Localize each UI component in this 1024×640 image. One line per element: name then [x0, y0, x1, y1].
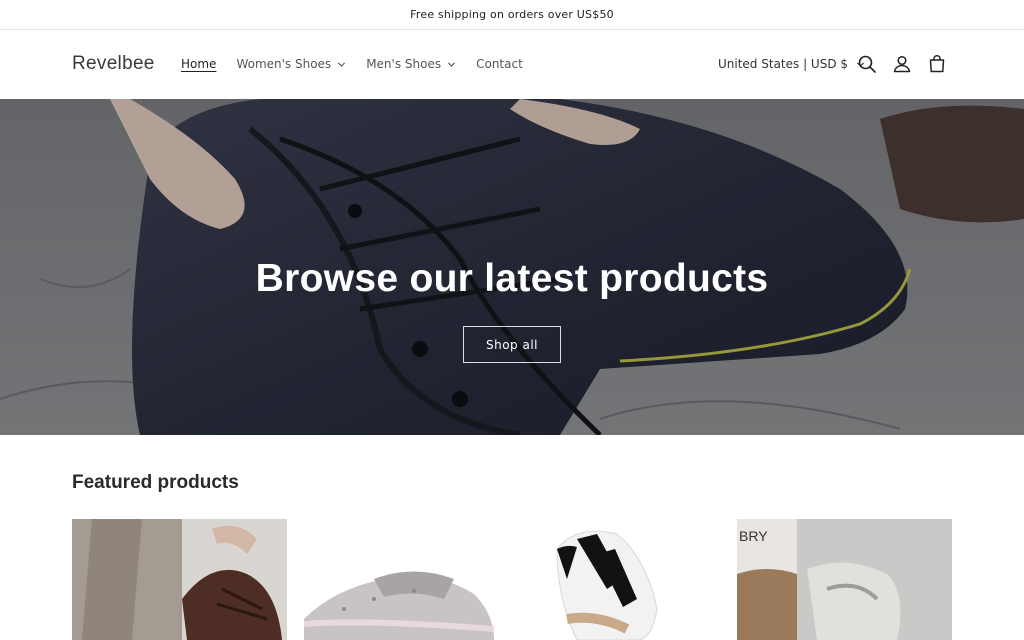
store-logo[interactable]: Revelbee — [72, 53, 155, 75]
main-nav: Home Women's Shoes Men's Shoes Contact — [181, 57, 543, 71]
chevron-down-icon — [448, 61, 456, 67]
product-card-3[interactable] — [537, 519, 752, 640]
nav-home[interactable]: Home — [181, 57, 216, 71]
nav-home-label: Home — [181, 57, 217, 71]
site-header: Revelbee Home Women's Shoes Men's Shoes … — [0, 31, 1024, 99]
product-card-1[interactable] — [72, 519, 287, 640]
nav-mens-shoes-label: Men's Shoes — [366, 57, 442, 71]
featured-products-title: Featured products — [72, 472, 239, 493]
nav-contact-label: Contact — [476, 57, 523, 71]
nav-womens-shoes[interactable]: Women's Shoes — [236, 57, 346, 71]
grey-sneakers-box-photo: BRY — [737, 519, 952, 640]
account-icon[interactable] — [891, 53, 913, 75]
product-card-2[interactable] — [304, 519, 519, 640]
hero-title: Browse our latest products — [255, 257, 769, 300]
cart-icon[interactable] — [926, 53, 948, 75]
nav-womens-shoes-label: Women's Shoes — [236, 57, 332, 71]
svg-text:BRY: BRY — [739, 528, 768, 544]
glitter-silver-sneaker-photo — [304, 519, 519, 640]
announcement-bar: Free shipping on orders over US$50 — [0, 0, 1024, 30]
search-icon[interactable] — [856, 53, 878, 75]
white-striped-sneaker-photo — [537, 519, 752, 640]
country-currency-label: United States | USD $ — [718, 57, 849, 71]
nav-mens-shoes[interactable]: Men's Shoes — [366, 57, 456, 71]
announcement-text: Free shipping on orders over US$50 — [410, 8, 614, 21]
country-currency-selector[interactable]: United States | USD $ — [718, 57, 865, 71]
hero-banner: Browse our latest products Shop all — [0, 99, 1024, 435]
product-card-4[interactable]: BRY — [737, 519, 952, 640]
nav-contact[interactable]: Contact — [476, 57, 523, 71]
chevron-down-icon — [338, 61, 346, 67]
shop-all-button[interactable]: Shop all — [463, 326, 561, 363]
brown-leather-sneaker-photo — [72, 519, 287, 640]
